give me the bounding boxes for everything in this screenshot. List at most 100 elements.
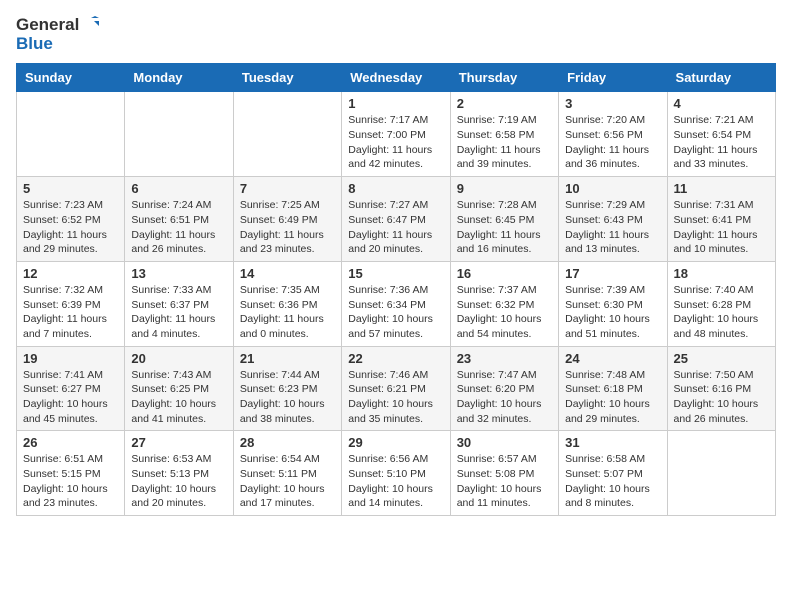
page-header: General Blue <box>16 16 776 53</box>
day-cell-8: 8 Sunrise: 7:27 AM Sunset: 6:47 PM Daylig… <box>342 177 450 262</box>
day-number: 3 <box>565 96 660 111</box>
empty-cell <box>667 431 775 516</box>
day-cell-3: 3 Sunrise: 7:20 AM Sunset: 6:56 PM Daylig… <box>559 92 667 177</box>
logo-bird-icon <box>81 16 101 34</box>
day-cell-12: 12 Sunrise: 7:32 AM Sunset: 6:39 PM Dayli… <box>17 261 125 346</box>
day-info: Sunrise: 7:44 AM Sunset: 6:23 PM Dayligh… <box>240 368 335 427</box>
weekday-header-monday: Monday <box>125 64 233 92</box>
day-number: 7 <box>240 181 335 196</box>
day-info: Sunrise: 7:25 AM Sunset: 6:49 PM Dayligh… <box>240 198 335 257</box>
day-cell-2: 2 Sunrise: 7:19 AM Sunset: 6:58 PM Daylig… <box>450 92 558 177</box>
week-row-5: 26 Sunrise: 6:51 AM Sunset: 5:15 PM Dayli… <box>17 431 776 516</box>
day-number: 15 <box>348 266 443 281</box>
day-cell-15: 15 Sunrise: 7:36 AM Sunset: 6:34 PM Dayli… <box>342 261 450 346</box>
day-cell-27: 27 Sunrise: 6:53 AM Sunset: 5:13 PM Dayli… <box>125 431 233 516</box>
day-info: Sunrise: 7:19 AM Sunset: 6:58 PM Dayligh… <box>457 113 552 172</box>
day-cell-4: 4 Sunrise: 7:21 AM Sunset: 6:54 PM Daylig… <box>667 92 775 177</box>
day-number: 23 <box>457 351 552 366</box>
day-cell-6: 6 Sunrise: 7:24 AM Sunset: 6:51 PM Daylig… <box>125 177 233 262</box>
day-cell-7: 7 Sunrise: 7:25 AM Sunset: 6:49 PM Daylig… <box>233 177 341 262</box>
day-cell-20: 20 Sunrise: 7:43 AM Sunset: 6:25 PM Dayli… <box>125 346 233 431</box>
day-number: 25 <box>674 351 769 366</box>
day-number: 2 <box>457 96 552 111</box>
day-number: 30 <box>457 435 552 450</box>
empty-cell <box>125 92 233 177</box>
day-number: 31 <box>565 435 660 450</box>
day-number: 29 <box>348 435 443 450</box>
empty-cell <box>17 92 125 177</box>
day-cell-26: 26 Sunrise: 6:51 AM Sunset: 5:15 PM Dayli… <box>17 431 125 516</box>
day-info: Sunrise: 7:40 AM Sunset: 6:28 PM Dayligh… <box>674 283 769 342</box>
logo: General Blue <box>16 16 101 53</box>
day-cell-14: 14Sunrise: 7:35 AM Sunset: 6:36 PM Dayli… <box>233 261 341 346</box>
weekday-header-sunday: Sunday <box>17 64 125 92</box>
day-info: Sunrise: 6:56 AM Sunset: 5:10 PM Dayligh… <box>348 452 443 511</box>
day-info: Sunrise: 6:58 AM Sunset: 5:07 PM Dayligh… <box>565 452 660 511</box>
logo-general-text: General <box>16 16 79 35</box>
day-info: Sunrise: 7:36 AM Sunset: 6:34 PM Dayligh… <box>348 283 443 342</box>
week-row-2: 5 Sunrise: 7:23 AM Sunset: 6:52 PM Daylig… <box>17 177 776 262</box>
week-row-3: 12 Sunrise: 7:32 AM Sunset: 6:39 PM Dayli… <box>17 261 776 346</box>
day-number: 4 <box>674 96 769 111</box>
day-number: 18 <box>674 266 769 281</box>
day-number: 17 <box>565 266 660 281</box>
day-cell-29: 29 Sunrise: 6:56 AM Sunset: 5:10 PM Dayli… <box>342 431 450 516</box>
day-info: Sunrise: 7:31 AM Sunset: 6:41 PM Dayligh… <box>674 198 769 257</box>
day-cell-5: 5 Sunrise: 7:23 AM Sunset: 6:52 PM Daylig… <box>17 177 125 262</box>
day-info: Sunrise: 7:35 AM Sunset: 6:36 PM Dayligh… <box>240 283 335 342</box>
day-info: Sunrise: 6:54 AM Sunset: 5:11 PM Dayligh… <box>240 452 335 511</box>
day-cell-31: 31 Sunrise: 6:58 AM Sunset: 5:07 PM Dayli… <box>559 431 667 516</box>
day-cell-25: 25 Sunrise: 7:50 AM Sunset: 6:16 PM Dayli… <box>667 346 775 431</box>
day-cell-19: 19 Sunrise: 7:41 AM Sunset: 6:27 PM Dayli… <box>17 346 125 431</box>
day-info: Sunrise: 7:27 AM Sunset: 6:47 PM Dayligh… <box>348 198 443 257</box>
day-info: Sunrise: 7:50 AM Sunset: 6:16 PM Dayligh… <box>674 368 769 427</box>
day-info: Sunrise: 7:47 AM Sunset: 6:20 PM Dayligh… <box>457 368 552 427</box>
day-info: Sunrise: 7:24 AM Sunset: 6:51 PM Dayligh… <box>131 198 226 257</box>
weekday-header-wednesday: Wednesday <box>342 64 450 92</box>
day-number: 28 <box>240 435 335 450</box>
day-number: 1 <box>348 96 443 111</box>
day-number: 26 <box>23 435 118 450</box>
day-number: 21 <box>240 351 335 366</box>
day-number: 24 <box>565 351 660 366</box>
weekday-header-row: SundayMondayTuesdayWednesdayThursdayFrid… <box>17 64 776 92</box>
day-info: Sunrise: 7:20 AM Sunset: 6:56 PM Dayligh… <box>565 113 660 172</box>
day-number: 5 <box>23 181 118 196</box>
day-info: Sunrise: 7:21 AM Sunset: 6:54 PM Dayligh… <box>674 113 769 172</box>
day-info: Sunrise: 7:37 AM Sunset: 6:32 PM Dayligh… <box>457 283 552 342</box>
day-cell-9: 9Sunrise: 7:28 AM Sunset: 6:45 PM Daylig… <box>450 177 558 262</box>
day-number: 16 <box>457 266 552 281</box>
day-number: 13 <box>131 266 226 281</box>
day-number: 12 <box>23 266 118 281</box>
weekday-header-friday: Friday <box>559 64 667 92</box>
empty-cell <box>233 92 341 177</box>
day-info: Sunrise: 6:53 AM Sunset: 5:13 PM Dayligh… <box>131 452 226 511</box>
day-number: 8 <box>348 181 443 196</box>
day-info: Sunrise: 6:51 AM Sunset: 5:15 PM Dayligh… <box>23 452 118 511</box>
day-cell-28: 28 Sunrise: 6:54 AM Sunset: 5:11 PM Dayli… <box>233 431 341 516</box>
day-cell-13: 13Sunrise: 7:33 AM Sunset: 6:37 PM Dayli… <box>125 261 233 346</box>
weekday-header-tuesday: Tuesday <box>233 64 341 92</box>
day-cell-22: 22Sunrise: 7:46 AM Sunset: 6:21 PM Dayli… <box>342 346 450 431</box>
day-cell-18: 18 Sunrise: 7:40 AM Sunset: 6:28 PM Dayli… <box>667 261 775 346</box>
calendar-table: SundayMondayTuesdayWednesdayThursdayFrid… <box>16 63 776 516</box>
week-row-1: 1Sunrise: 7:17 AM Sunset: 7:00 PM Daylig… <box>17 92 776 177</box>
day-number: 27 <box>131 435 226 450</box>
day-info: Sunrise: 7:46 AM Sunset: 6:21 PM Dayligh… <box>348 368 443 427</box>
day-info: Sunrise: 7:41 AM Sunset: 6:27 PM Dayligh… <box>23 368 118 427</box>
day-info: Sunrise: 7:32 AM Sunset: 6:39 PM Dayligh… <box>23 283 118 342</box>
day-cell-24: 24Sunrise: 7:48 AM Sunset: 6:18 PM Dayli… <box>559 346 667 431</box>
day-number: 19 <box>23 351 118 366</box>
day-cell-11: 11Sunrise: 7:31 AM Sunset: 6:41 PM Dayli… <box>667 177 775 262</box>
weekday-header-saturday: Saturday <box>667 64 775 92</box>
week-row-4: 19 Sunrise: 7:41 AM Sunset: 6:27 PM Dayli… <box>17 346 776 431</box>
day-number: 6 <box>131 181 226 196</box>
day-info: Sunrise: 6:57 AM Sunset: 5:08 PM Dayligh… <box>457 452 552 511</box>
day-cell-21: 21 Sunrise: 7:44 AM Sunset: 6:23 PM Dayli… <box>233 346 341 431</box>
day-info: Sunrise: 7:43 AM Sunset: 6:25 PM Dayligh… <box>131 368 226 427</box>
day-number: 9 <box>457 181 552 196</box>
day-info: Sunrise: 7:23 AM Sunset: 6:52 PM Dayligh… <box>23 198 118 257</box>
day-number: 20 <box>131 351 226 366</box>
day-cell-16: 16 Sunrise: 7:37 AM Sunset: 6:32 PM Dayli… <box>450 261 558 346</box>
day-info: Sunrise: 7:39 AM Sunset: 6:30 PM Dayligh… <box>565 283 660 342</box>
